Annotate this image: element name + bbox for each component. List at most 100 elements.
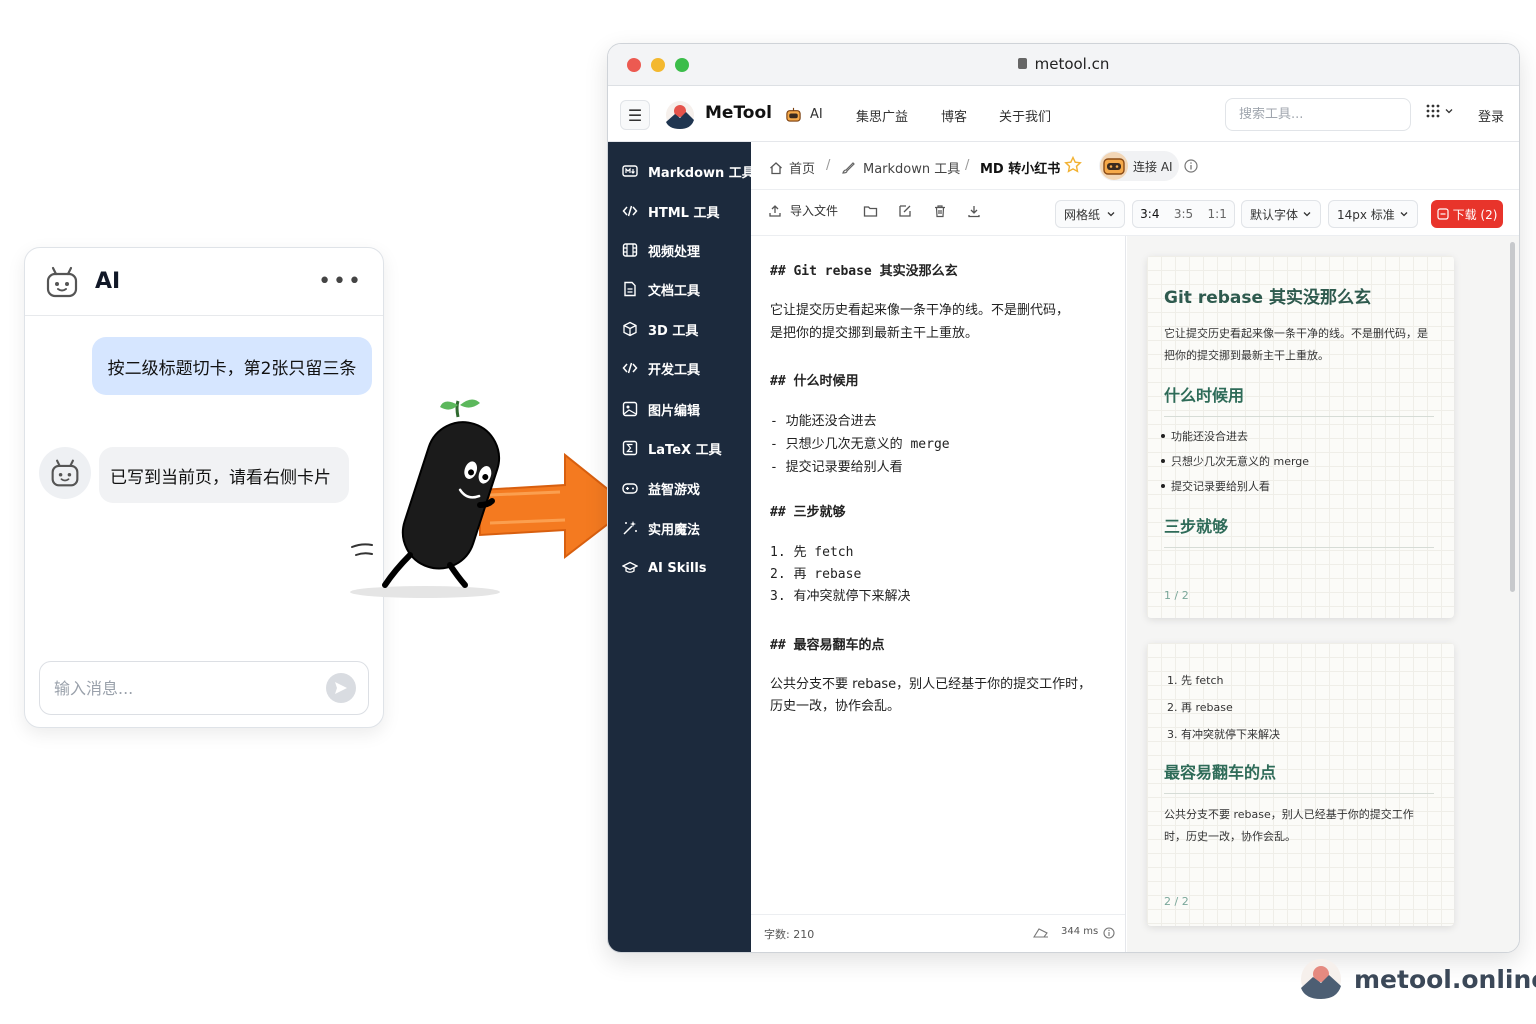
breadcrumb-section[interactable]: Markdown 工具 [841,158,960,177]
browser-titlebar: metool.cn [608,44,1519,86]
lock-icon [1017,58,1027,69]
card-preview: Git rebase 其实没那么玄 它让提交历史看起来像一条干净的线。不是删代码… [1127,236,1519,952]
ai-message: 已写到当前页，请看右侧卡片 [99,447,349,503]
preview-scrollbar[interactable] [1510,242,1515,592]
metool-logo-icon [1301,959,1341,999]
card-page-number: 1 / 2 [1164,589,1189,602]
sigma-icon [622,440,638,456]
import-file-button[interactable]: 导入文件 [768,202,838,219]
film-icon [622,243,638,257]
chat-input-box [39,661,369,715]
robot-icon [1100,152,1128,180]
chevron-down-icon [1445,109,1453,114]
trash-icon[interactable] [933,204,947,218]
editor-list-item: - 提交记录要给别人看 [770,460,903,475]
search-box [1225,98,1411,131]
sidebar-item-ai-skills[interactable]: AI Skills [622,557,707,579]
breadcrumb-home[interactable]: 首页 [769,158,815,177]
home-icon [770,161,782,174]
search-input[interactable] [1239,107,1409,122]
breadcrumb-separator: / [965,158,970,173]
editor-list-item: 1. 先 fetch [770,545,854,560]
card-paragraph: 它让提交历史看起来像一条干净的线。不是删代码，是把你的提交挪到最新主干上重放。 [1164,327,1428,362]
markdown-icon [622,165,638,177]
folder-icon[interactable] [863,204,878,218]
brand-name: MeTool [705,103,772,123]
eraser-icon[interactable] [1033,927,1049,939]
sidebar-item-video[interactable]: 视频处理 [622,239,700,261]
brush-icon [842,161,855,174]
message-input[interactable] [54,678,326,698]
editor-list-item: 2. 再 rebase [770,567,862,582]
card-list-item: 提交记录要给别人看 [1161,480,1270,493]
image-download-icon [1436,208,1449,220]
grid-apps-icon [1426,104,1440,118]
editor-heading: ## 什么时候用 [770,374,859,389]
chat-header: AI ••• [25,248,383,316]
font-size-select[interactable]: 14px 标准 [1328,200,1418,228]
chevron-down-icon [1303,212,1311,217]
font-select[interactable]: 默认字体 [1241,200,1321,228]
document-icon [624,281,636,297]
sidebar-item-puzzle-games[interactable]: 益智游戏 [622,477,700,499]
ratio-3-4-button[interactable]: 3:4 [1133,207,1167,221]
editor-toolbar: 导入文件 网格纸 3:4 3:5 1:1 默认字体 14px 标准 下载 (2) [751,190,1519,236]
hamburger-menu-button[interactable]: ☰ [620,100,650,130]
editor-status-bar: 字数: 210 344 ms [751,914,1125,952]
background-select[interactable]: 网格纸 [1055,200,1125,228]
editor-list-item: - 功能还没合进去 [770,414,877,429]
info-icon[interactable] [1184,159,1198,173]
card-heading: 最容易翻车的点 [1164,759,1434,794]
favorite-star-icon[interactable] [1064,156,1082,174]
more-options-icon[interactable]: ••• [318,269,363,294]
ratio-1-1-button[interactable]: 1:1 [1200,207,1234,221]
sidebar-item-documents[interactable]: 文档工具 [622,278,700,300]
nav-ai[interactable]: AI [785,106,823,123]
mascot-pushing-arrow-illustration [350,399,632,598]
edit-icon[interactable] [898,204,912,218]
card-list-item: 1. 先 fetch [1167,674,1224,687]
breadcrumb-separator: / [826,158,831,173]
apps-menu-button[interactable] [1426,104,1454,118]
footer-brand: metool.online [1300,957,1536,1001]
editor-text: 历史一改，协作会乱。 [770,699,901,714]
sidebar-item-latex[interactable]: LaTeX 工具 [622,437,722,459]
card-list-item: 3. 有冲突就停下来解决 [1167,728,1280,741]
browser-window: metool.cn ☰ MeTool AI 集思广益 博客 关于我们 搜索工具.… [607,43,1520,953]
footer-brand-text: metool.online [1354,964,1536,994]
editor-text: 公共分支不要 rebase，别人已经基于你的提交工作时， [770,677,1092,692]
sidebar-item-dev[interactable]: 开发工具 [622,357,700,379]
sidebar-item-magic[interactable]: 实用魔法 [622,517,700,539]
editor-list-item: 3. 有冲突就停下来解决 [770,589,911,604]
info-icon[interactable] [1103,927,1115,939]
sidebar-item-markdown[interactable]: Markdown 工具 [622,160,755,182]
connect-ai-button[interactable]: 连接 AI [1099,151,1179,181]
sidebar-item-image-edit[interactable]: 图片编辑 [622,398,700,420]
send-icon [335,682,347,694]
gamepad-icon [622,483,638,494]
editor-text: 是把你的提交挪到最新主干上重放。 [770,326,979,341]
sidebar-item-html[interactable]: HTML 工具 [622,200,720,222]
card-heading: 三步就够 [1164,513,1434,548]
sidebar-item-3d[interactable]: 3D 工具 [622,318,698,340]
login-link[interactable]: 登录 [1478,106,1504,125]
ratio-3-5-button[interactable]: 3:5 [1167,207,1201,221]
nav-about[interactable]: 关于我们 [999,106,1051,125]
download-icon[interactable] [967,204,981,218]
metool-logo-icon [666,101,694,129]
robot-icon [51,459,79,487]
breadcrumb-current: MD 转小红书 [980,162,1061,177]
address-bar[interactable]: metool.cn [608,55,1519,73]
send-button[interactable] [326,673,356,703]
word-count: 字数: 210 [764,928,815,941]
robot-icon [46,266,78,297]
card-list-item: 功能还没合进去 [1161,430,1248,443]
nav-brainstorm[interactable]: 集思广益 [856,106,908,125]
chat-title: AI [95,269,121,294]
download-button[interactable]: 下载 (2) [1431,200,1503,228]
nav-blog[interactable]: 博客 [941,106,967,125]
markdown-editor[interactable]: ## Git rebase 其实没那么玄 它让提交历史看起来像一条干净的线。不是… [751,236,1126,952]
ai-avatar [39,447,91,499]
card-heading: 什么时候用 [1164,382,1434,417]
preview-card-1: Git rebase 其实没那么玄 它让提交历史看起来像一条干净的线。不是删代码… [1147,256,1454,618]
